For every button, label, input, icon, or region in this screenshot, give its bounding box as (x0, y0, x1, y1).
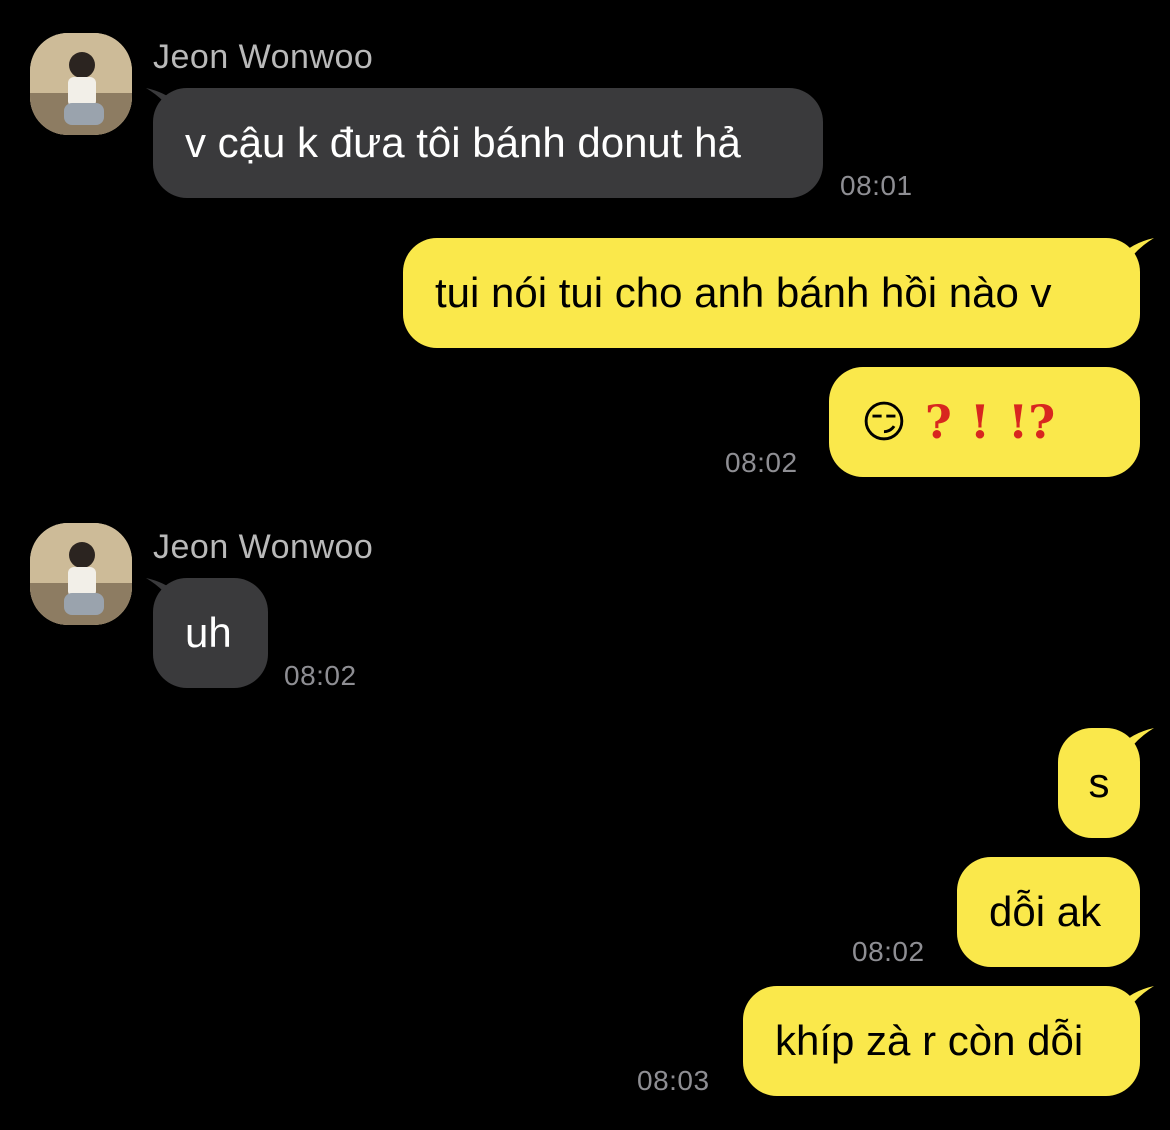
message-bubble-outgoing-emoji[interactable]: 😏 ? ! !? (829, 367, 1140, 477)
smirk-emoji-icon: 😏 (861, 397, 907, 447)
message-text: uh (185, 609, 232, 656)
message-text: v cậu k đưa tôi bánh donut hả (185, 119, 741, 166)
message-bubble-outgoing[interactable]: tui nói tui cho anh bánh hồi nào v (403, 238, 1140, 348)
message-bubble-outgoing[interactable]: dỗi ak (957, 857, 1140, 967)
message-timestamp: 08:02 (852, 936, 925, 967)
message-bubble-incoming[interactable]: v cậu k đưa tôi bánh donut hả (153, 88, 823, 198)
message-timestamp: 08:02 (725, 447, 798, 478)
message-text: khíp zà r còn dỗi (775, 1017, 1084, 1064)
message-text: tui nói tui cho anh bánh hồi nào v (435, 269, 1052, 316)
interrobang-icon: !? (1008, 395, 1056, 449)
message-bubble-outgoing[interactable]: khíp zà r còn dỗi (743, 986, 1140, 1096)
message-timestamp: 08:03 (637, 1065, 710, 1096)
sender-name: Jeon Wonwoo (153, 38, 374, 76)
message-timestamp: 08:02 (284, 660, 357, 691)
avatar-photo-icon (30, 33, 132, 135)
message-bubble-outgoing[interactable]: s (1058, 728, 1140, 838)
message-text: dỗi ak (989, 888, 1102, 935)
exclamation-mark-icon: ! (969, 395, 991, 449)
message-timestamp: 08:01 (840, 170, 913, 201)
sender-name: Jeon Wonwoo (153, 528, 374, 566)
question-mark-icon: ? (924, 395, 952, 449)
avatar-photo-icon (30, 523, 132, 625)
message-bubble-incoming[interactable]: uh (153, 578, 268, 688)
message-text: s (1088, 759, 1110, 806)
contact-avatar[interactable] (30, 523, 132, 625)
chat-thread: Jeon Wonwoo v cậu k đưa tôi bánh donut h… (0, 0, 1170, 1130)
contact-avatar[interactable] (30, 33, 132, 135)
